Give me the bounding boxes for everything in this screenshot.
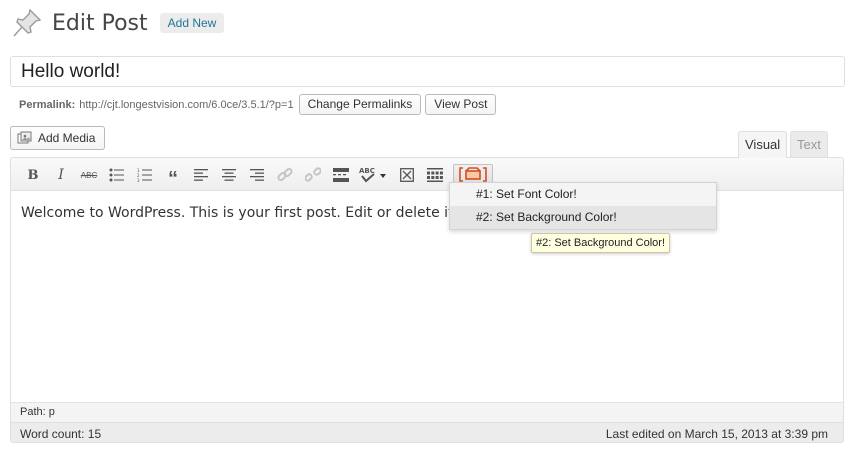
change-permalinks-button[interactable]: Change Permalinks xyxy=(298,94,422,115)
link-icon[interactable] xyxy=(275,165,295,185)
permalink-row: Permalink: http://cjt.longestvision.com/… xyxy=(19,94,497,115)
pushpin-icon xyxy=(13,8,42,37)
svg-text:3: 3 xyxy=(137,178,140,182)
last-edited: Last edited on March 15, 2013 at 3:39 pm xyxy=(605,427,828,441)
unlink-icon[interactable] xyxy=(303,165,323,185)
status-bar: Word count: 15 Last edited on March 15, … xyxy=(11,422,843,442)
numbered-list-icon[interactable]: 123 xyxy=(135,165,155,185)
path-bar: Path: p xyxy=(11,402,843,422)
bold-icon[interactable]: B xyxy=(23,165,43,185)
svg-text:ABC: ABC xyxy=(359,167,375,175)
align-left-icon[interactable] xyxy=(191,165,211,185)
view-post-button[interactable]: View Post xyxy=(425,94,497,115)
post-title-value: Hello world! xyxy=(21,60,121,82)
align-right-icon[interactable] xyxy=(247,165,267,185)
blockquote-icon[interactable]: “ xyxy=(163,165,183,190)
kitchen-sink-icon[interactable] xyxy=(425,165,445,185)
add-new-button[interactable]: Add New xyxy=(159,13,225,33)
permalink-url[interactable]: http://cjt.longestvision.com/6.0ce/3.5.1… xyxy=(79,99,293,111)
strikethrough-icon[interactable]: ABC xyxy=(79,165,99,185)
add-media-label: Add Media xyxy=(38,131,96,145)
permalink-label: Permalink: xyxy=(19,98,76,111)
tab-visual[interactable]: Visual xyxy=(738,131,788,158)
media-icon xyxy=(17,131,32,144)
menu-item-set-font-color[interactable]: #1: Set Font Color! xyxy=(450,183,716,206)
page-title: Edit Post xyxy=(52,10,148,36)
plugin-dropdown-menu: #1: Set Font Color! #2: Set Background C… xyxy=(449,182,717,230)
word-count: Word count: 15 xyxy=(20,427,102,441)
page-header: Edit Post Add New xyxy=(10,6,225,40)
align-center-icon[interactable] xyxy=(219,165,239,185)
menu-item-set-background-color[interactable]: #2: Set Background Color! xyxy=(450,206,716,229)
insert-more-icon[interactable] xyxy=(331,165,351,185)
bullet-list-icon[interactable] xyxy=(107,165,127,185)
editor-content[interactable]: Welcome to WordPress. This is your first… xyxy=(21,205,477,221)
add-media-button[interactable]: Add Media xyxy=(10,126,106,150)
fullscreen-icon[interactable] xyxy=(397,165,417,185)
tooltip: #2: Set Background Color! xyxy=(531,233,671,253)
post-title-input[interactable]: Hello world! xyxy=(10,56,845,87)
spellcheck-icon[interactable]: ABC xyxy=(359,165,387,185)
italic-icon[interactable]: I xyxy=(51,165,71,185)
editor-toolbar: B I ABC 123 “ ABC xyxy=(11,158,843,191)
post-editor: B I ABC 123 “ ABC Welcome to WordPress. … xyxy=(10,157,844,443)
tab-text[interactable]: Text xyxy=(790,131,828,157)
